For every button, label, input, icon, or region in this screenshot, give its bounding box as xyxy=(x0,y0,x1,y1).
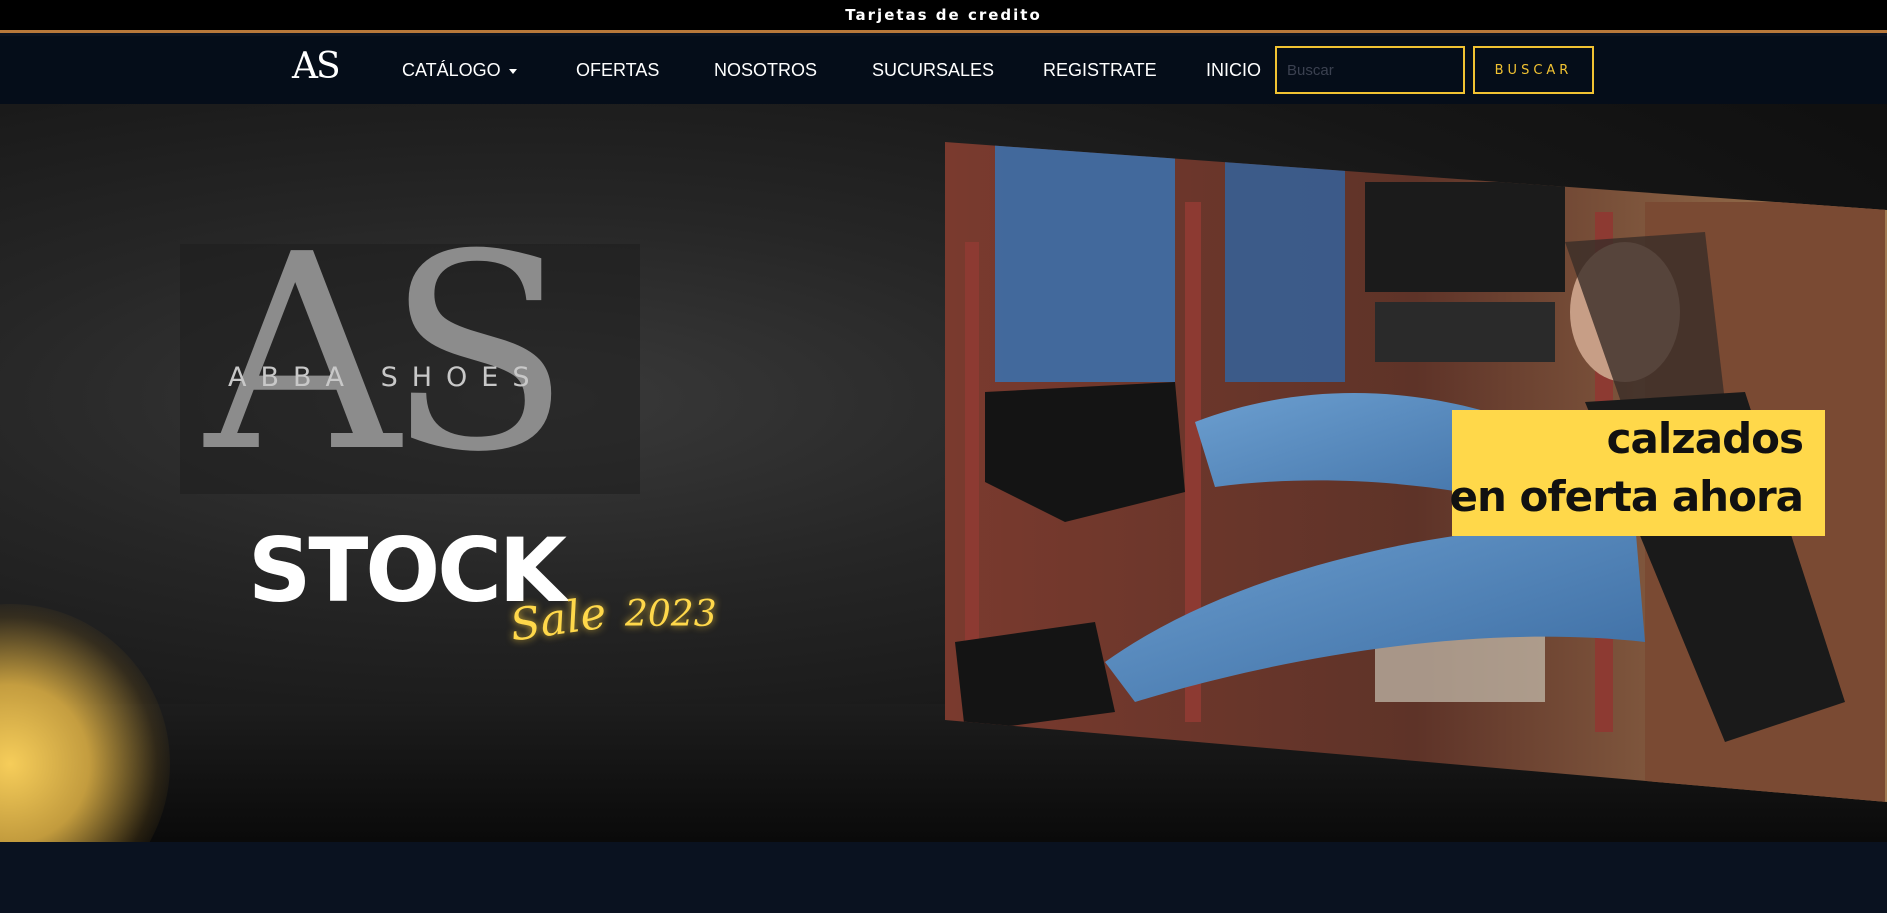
brand-logo[interactable]: AS xyxy=(292,46,341,87)
main-navbar: AS CATÁLOGO OFERTAS NOSOTROS SUCURSALES … xyxy=(0,36,1887,104)
sale-year: 2023 xyxy=(625,594,717,635)
nav-item-ofertas[interactable]: OFERTAS xyxy=(576,60,659,81)
nav-item-inicio[interactable]: INICIO xyxy=(1206,60,1261,81)
topbar-text: Tarjetas de credito xyxy=(845,6,1042,24)
nav-item-sucursales[interactable]: SUCURSALES xyxy=(872,60,994,81)
nav-item-nosotros[interactable]: NOSOTROS xyxy=(714,60,817,81)
nav-item-registrate[interactable]: REGISTRATE xyxy=(1043,60,1157,81)
nav-label-catalogo: CATÁLOGO xyxy=(402,60,501,80)
brand-name: ABBA SHOES xyxy=(228,362,544,393)
caret-down-icon xyxy=(508,68,517,74)
search-input[interactable] xyxy=(1275,46,1465,94)
promo-line-2: en oferta ahora xyxy=(1449,472,1804,521)
yellow-glow xyxy=(0,604,170,842)
promo-badge: calzados en oferta ahora xyxy=(1449,410,1825,536)
nav-item-catalogo[interactable]: CATÁLOGO xyxy=(402,60,517,81)
promo-topbar: Tarjetas de credito xyxy=(0,0,1887,33)
hero-banner: AS ABBA SHOES STOCK Sale 2023 calzados e… xyxy=(0,104,1887,842)
search-button[interactable]: BUSCAR xyxy=(1473,46,1594,94)
brand-monogram: AS xyxy=(205,196,571,511)
content-band xyxy=(0,842,1887,913)
promo-line-1: calzados xyxy=(1606,414,1804,463)
brand-emblem: AS ABBA SHOES xyxy=(180,219,640,494)
